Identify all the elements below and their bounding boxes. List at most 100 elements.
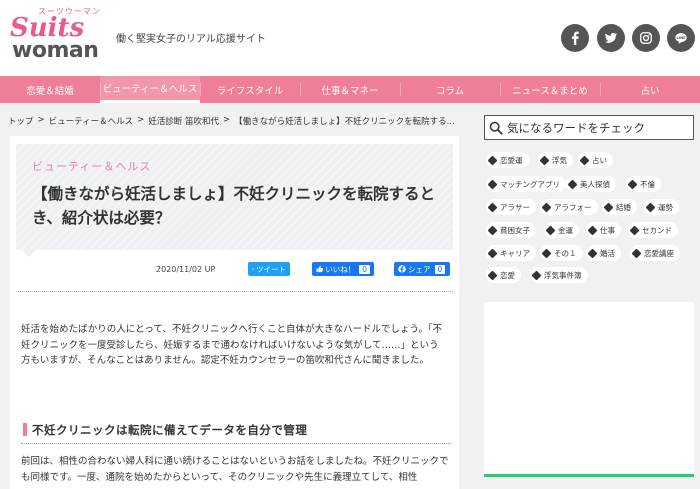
tag-chip[interactable]: マッチングアプリ bbox=[486, 176, 566, 192]
section-heading-bar bbox=[23, 423, 27, 436]
tag-icon bbox=[487, 179, 498, 189]
share-count: 0 bbox=[434, 264, 446, 274]
breadcrumb-separator: > bbox=[137, 115, 145, 125]
breadcrumb: トップ > ビューティー＆ヘルス > 妊活診断 笛吹和代 > 【働きながら妊活し… bbox=[8, 115, 455, 127]
breadcrumb-top[interactable]: トップ bbox=[8, 115, 34, 127]
nav-item-fortune[interactable]: 占い bbox=[600, 76, 700, 103]
tag-label: 恋愛運 bbox=[500, 155, 523, 165]
facebook-link[interactable] bbox=[561, 24, 589, 52]
nav-item-love[interactable]: 恋愛＆結婚 bbox=[0, 76, 100, 103]
line-link[interactable]: LINE bbox=[667, 24, 695, 52]
article-category[interactable]: ビューティー＆ヘルス bbox=[32, 158, 151, 174]
facebook-icon bbox=[398, 265, 406, 273]
tag-chip[interactable]: セカンド bbox=[628, 222, 678, 238]
tag-chip[interactable]: 恋愛運 bbox=[486, 152, 529, 168]
section-heading: 不妊クリニックは転院に備えてデータを自分で管理 bbox=[21, 420, 451, 444]
tag-icon bbox=[487, 202, 498, 212]
tag-chip[interactable]: アラサー bbox=[486, 199, 536, 215]
line-icon-label: LINE bbox=[676, 36, 686, 40]
tag-chip[interactable]: 恋愛講座 bbox=[630, 245, 680, 261]
tag-label: 浮気 bbox=[552, 155, 567, 165]
breadcrumb-category[interactable]: ビューティー＆ヘルス bbox=[49, 115, 134, 127]
tag-icon bbox=[487, 225, 498, 235]
twitter-icon bbox=[604, 32, 618, 43]
tag-chip[interactable]: 浮気 bbox=[538, 152, 573, 168]
tweet-label: ツイート bbox=[256, 264, 286, 274]
tag-icon bbox=[541, 248, 552, 258]
breadcrumb-current: 【働きながら妊活しましょ】不妊クリニックを転院する... bbox=[234, 117, 455, 127]
twitter-icon bbox=[252, 268, 254, 270]
tag-chip[interactable]: 運勢 bbox=[644, 199, 679, 215]
instagram-icon bbox=[640, 32, 652, 44]
instagram-link[interactable] bbox=[632, 24, 660, 52]
tag-chip[interactable]: 不倫 bbox=[626, 176, 661, 192]
article-body: 前回は、相性の合わない婦人科に通い続けることはないというお話をしましたね。不妊ク… bbox=[21, 456, 449, 483]
article-card: ビューティー＆ヘルス 【働きながら妊活しましょ】不妊クリニックを転院するとき、紹… bbox=[10, 136, 459, 489]
line-icon: LINE bbox=[675, 33, 687, 45]
search-icon bbox=[489, 121, 503, 135]
tag-chip[interactable]: 占い bbox=[578, 152, 613, 168]
tag-icon bbox=[487, 155, 498, 165]
tag-chip[interactable]: 金運 bbox=[544, 222, 579, 238]
tag-label: 金運 bbox=[558, 225, 573, 235]
article-lead: 妊活を始めたばかりの人にとって、不妊クリニックへ行くこと自体が大きなハードルでし… bbox=[21, 324, 443, 366]
tag-icon bbox=[629, 225, 640, 235]
tag-chip[interactable]: 浮気事件簿 bbox=[530, 267, 588, 283]
nav-item-column[interactable]: コラム bbox=[400, 76, 500, 103]
tag-icon bbox=[487, 270, 498, 280]
tag-icon bbox=[631, 248, 642, 258]
tag-icon bbox=[487, 248, 498, 258]
nav-item-beauty[interactable]: ビューティー＆ヘルス bbox=[100, 76, 200, 103]
tag-label: 仕事 bbox=[600, 225, 615, 235]
tag-chip[interactable]: その１ bbox=[540, 245, 583, 261]
like-button[interactable]: いいね！ 0 bbox=[312, 262, 374, 276]
share-label: シェア bbox=[408, 264, 431, 274]
tag-label: セカンド bbox=[642, 225, 672, 235]
tag-chip[interactable]: 婚活 bbox=[586, 245, 621, 261]
tag-icon bbox=[645, 202, 656, 212]
tag-cloud: 恋愛運 浮気 占い マッチングアプリ 美人探偵 不倫 アラサー アラフォー 結婚… bbox=[486, 152, 692, 292]
nav-item-news[interactable]: ニュース＆まとめ bbox=[500, 76, 600, 103]
breadcrumb-series[interactable]: 妊活診断 笛吹和代 bbox=[148, 115, 219, 127]
article-date: 2020/11/02 UP bbox=[156, 265, 216, 274]
tag-icon bbox=[587, 225, 598, 235]
tag-label: マッチングアプリ bbox=[500, 179, 560, 189]
nav-item-work-money[interactable]: 仕事＆マネー bbox=[300, 76, 400, 103]
section-title: 不妊クリニックは転院に備えてデータを自分で管理 bbox=[32, 423, 308, 437]
facebook-share-button[interactable]: シェア 0 bbox=[394, 262, 450, 276]
like-count: 0 bbox=[359, 264, 370, 274]
tag-chip[interactable]: 結婚 bbox=[602, 199, 637, 215]
main-nav: 恋愛＆結婚 ビューティー＆ヘルス ライフスタイル 仕事＆マネー コラム ニュース… bbox=[0, 76, 700, 103]
tag-label: 貧困女子 bbox=[500, 225, 530, 235]
nav-item-lifestyle[interactable]: ライフスタイル bbox=[200, 76, 300, 103]
logo-woman-text: woman bbox=[12, 38, 99, 63]
tag-icon bbox=[539, 155, 550, 165]
site-logo[interactable]: スーツウーマン Suits woman bbox=[10, 6, 105, 68]
site-tagline: 働く堅実女子のリアル応援サイト bbox=[116, 34, 266, 45]
tag-icon bbox=[541, 202, 552, 212]
breadcrumb-separator: > bbox=[222, 115, 231, 125]
tag-chip[interactable]: 美人探偵 bbox=[566, 176, 616, 192]
tag-chip[interactable]: 貧困女子 bbox=[486, 222, 536, 238]
twitter-link[interactable] bbox=[597, 24, 625, 52]
breadcrumb-separator: > bbox=[37, 115, 45, 125]
tag-chip[interactable]: アラフォー bbox=[540, 199, 598, 215]
sidebar-ad-box bbox=[484, 302, 694, 477]
tag-chip[interactable]: 恋愛 bbox=[486, 267, 521, 283]
tag-label: 恋愛 bbox=[500, 270, 515, 280]
tweet-button[interactable]: ツイート bbox=[248, 262, 290, 276]
like-label: いいね！ bbox=[325, 264, 356, 274]
tag-icon bbox=[579, 155, 590, 165]
tag-icon bbox=[587, 248, 598, 258]
tag-label: 婚活 bbox=[600, 248, 615, 258]
tag-chip[interactable]: キャリア bbox=[486, 245, 536, 261]
tag-icon bbox=[627, 179, 638, 189]
title-box-notch bbox=[22, 250, 36, 257]
site-header: スーツウーマン Suits woman 働く堅実女子のリアル応援サイト LINE bbox=[0, 0, 700, 76]
article-title-box: ビューティー＆ヘルス 【働きながら妊活しましょ】不妊クリニックを転院するとき、紹… bbox=[16, 144, 453, 250]
article-title: 【働きながら妊活しましょ】不妊クリニックを転院するとき、紹介状は必要？ bbox=[32, 185, 436, 227]
search-box[interactable]: 気になるワードをチェック bbox=[484, 115, 694, 140]
article-divider bbox=[16, 291, 453, 292]
tag-chip[interactable]: 仕事 bbox=[586, 222, 621, 238]
tag-label: 恋愛講座 bbox=[644, 248, 674, 258]
